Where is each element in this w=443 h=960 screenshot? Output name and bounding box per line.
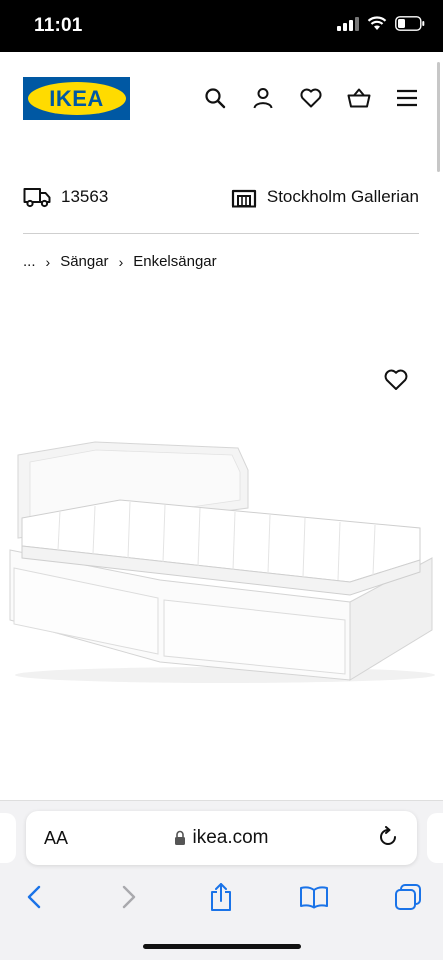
logo-oval: IKEA [27, 82, 126, 115]
browser-toolbar [0, 881, 443, 921]
previous-tab-peek[interactable] [0, 813, 16, 863]
tabs-button[interactable] [392, 881, 424, 913]
battery-icon [395, 16, 425, 31]
store-icon [231, 189, 256, 208]
delivery-postcode[interactable]: 13563 [23, 186, 108, 208]
divider [23, 233, 419, 234]
breadcrumb-item-enkelsangar[interactable]: Enkelsängar [133, 253, 216, 270]
reload-icon [380, 826, 396, 845]
ikea-logo[interactable]: IKEA [23, 77, 130, 120]
menu-icon[interactable] [395, 86, 419, 110]
heart-icon [384, 369, 408, 390]
postal-code: 13563 [61, 187, 109, 206]
breadcrumb-ellipsis[interactable]: ... [23, 253, 36, 270]
share-button[interactable] [205, 881, 237, 913]
user-icon[interactable] [251, 86, 275, 110]
share-icon [211, 883, 231, 911]
delivery-truck-icon [23, 188, 51, 208]
store-name: Stockholm Gallerian [266, 187, 419, 206]
header-icons [203, 86, 419, 110]
breadcrumb: ... › Sängar › Enkelsängar [23, 253, 217, 270]
chevron-right-icon: › [45, 253, 51, 270]
url-display[interactable]: ikea.com [26, 827, 417, 849]
product-image[interactable] [0, 430, 443, 690]
logo-text: IKEA [49, 85, 104, 111]
search-icon[interactable] [203, 86, 227, 110]
status-icons [337, 16, 425, 31]
heart-icon[interactable] [299, 86, 323, 110]
next-tab-peek[interactable] [427, 813, 443, 863]
add-to-favorites-button[interactable] [384, 369, 408, 393]
tabs-icon [395, 884, 421, 910]
chevron-right-icon [122, 885, 136, 909]
breadcrumb-item-sangar[interactable]: Sängar [60, 253, 108, 270]
book-icon [300, 886, 328, 909]
lock-icon [175, 830, 186, 845]
browser-bottom-bar: AA ikea.com [0, 800, 443, 960]
status-time: 11:01 [34, 15, 83, 36]
status-bar: 11:01 [0, 0, 443, 52]
store-selector[interactable]: Stockholm Gallerian [231, 186, 419, 208]
chevron-left-icon [27, 885, 41, 909]
home-indicator [143, 944, 301, 949]
signal-icon [337, 16, 359, 31]
location-row: 13563 Stockholm Gallerian [23, 186, 419, 218]
reload-button[interactable] [377, 826, 401, 850]
forward-button[interactable] [113, 881, 145, 913]
wifi-icon [367, 16, 387, 30]
back-button[interactable] [18, 881, 50, 913]
chevron-right-icon: › [118, 253, 124, 270]
address-bar[interactable]: AA ikea.com [26, 811, 417, 865]
basket-icon[interactable] [347, 86, 371, 110]
bookmarks-button[interactable] [298, 881, 330, 913]
url-text: ikea.com [192, 827, 269, 848]
site-header: IKEA [0, 52, 443, 147]
